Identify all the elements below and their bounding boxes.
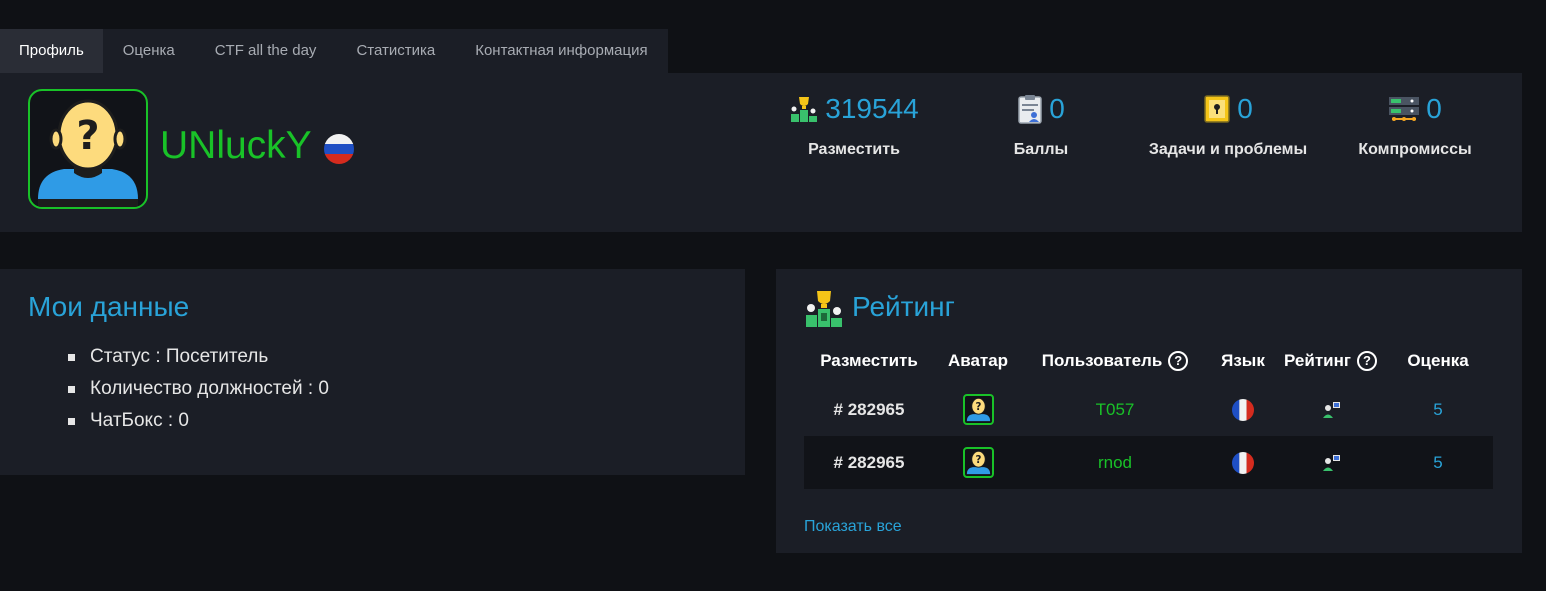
stat-tasks: 0 Задачи и проблемы (1138, 91, 1318, 161)
podium-trophy-icon (791, 97, 818, 122)
row-user: T057 (1022, 400, 1208, 420)
profile-header-panel: ? UNluckY 319544 Разместить 0 Баллы 0 За… (0, 73, 1522, 232)
my-data-chatbox: ЧатБокс : 0 (90, 410, 189, 431)
stat-tasks-label: Задачи и проблемы (1148, 141, 1308, 158)
col-rating-label: Рейтинг (1284, 351, 1351, 370)
row-rank: # 282965 (833, 452, 905, 472)
tab-statistics[interactable]: Статистика (336, 29, 455, 73)
rating-title: Рейтинг (852, 291, 955, 322)
stat-place: 319544 Разместить (764, 91, 944, 161)
my-data-status: Статус : Посетитель (90, 346, 269, 367)
rating-table: Разместить Аватар Пользователь ? Язык Ре… (804, 339, 1493, 489)
unknown-user-icon[interactable]: ? (962, 447, 994, 478)
row-score: 5 (1433, 452, 1443, 472)
shield-lock-icon (1204, 95, 1230, 123)
svg-text:?: ? (975, 401, 981, 413)
col-place: Разместить (820, 351, 918, 370)
col-user: Пользователь ? (1022, 351, 1208, 371)
unknown-user-icon[interactable]: ? (962, 394, 994, 425)
stat-points: 0 Баллы (951, 91, 1131, 161)
tab-ctf-all-the-day[interactable]: CTF all the day (195, 29, 337, 73)
france-flag-icon (1232, 398, 1254, 421)
bullet-icon (68, 385, 75, 393)
list-item: Статус : Посетитель (68, 341, 329, 373)
row-avatar: ? (934, 447, 1022, 478)
stat-compromises: 0 Компромиссы (1325, 91, 1505, 161)
table-row: # 282965 ? T057 5 (804, 383, 1493, 436)
rank-badge-icon (1322, 401, 1340, 418)
row-rating (1278, 400, 1383, 420)
my-data-panel: Мои данные Статус : Посетитель Количеств… (0, 269, 745, 475)
bullet-icon (68, 353, 75, 361)
row-avatar: ? (934, 394, 1022, 425)
russia-flag-icon (324, 134, 354, 164)
stat-place-value: 319544 (825, 93, 919, 124)
help-icon[interactable]: ? (1356, 351, 1377, 371)
col-language: Язык (1221, 351, 1265, 370)
svg-text:?: ? (76, 113, 99, 159)
stat-tasks-value: 0 (1237, 93, 1253, 124)
tab-profile[interactable]: Профиль (0, 29, 103, 73)
list-item: ЧатБокс : 0 (68, 405, 329, 437)
help-icon[interactable]: ? (1168, 351, 1189, 371)
rank-badge-icon (1322, 454, 1340, 471)
user-link[interactable]: T057 (1096, 400, 1135, 420)
table-row: # 282965 ? rnod 5 (804, 436, 1493, 489)
my-data-title: Мои данные (28, 291, 190, 322)
user-link[interactable]: rnod (1098, 453, 1132, 473)
stat-compromises-value: 0 (1426, 93, 1442, 124)
stat-points-label: Баллы (1013, 141, 1069, 158)
col-avatar: Аватар (947, 351, 1009, 370)
stat-points-value: 0 (1049, 93, 1065, 124)
row-language (1208, 398, 1278, 421)
row-rank: # 282965 (833, 399, 905, 419)
col-score: Оценка (1407, 351, 1469, 370)
profile-username: UNluckY (160, 124, 312, 167)
col-user-label: Пользователь (1041, 351, 1163, 370)
rating-panel: Рейтинг Разместить Аватар Пользователь ?… (776, 269, 1522, 553)
list-item: Количество должностей : 0 (68, 373, 329, 405)
my-data-list: Статус : Посетитель Количество должносте… (68, 341, 329, 437)
unknown-user-icon: ? (38, 99, 138, 207)
row-language (1208, 451, 1278, 474)
profile-tabs: Профиль Оценка CTF all the day Статистик… (0, 29, 668, 73)
clipboard-user-icon (1018, 95, 1042, 124)
tab-score[interactable]: Оценка (103, 29, 195, 73)
stat-compromises-label: Компромиссы (1358, 141, 1472, 158)
server-network-icon (1389, 97, 1420, 121)
row-user: rnod (1022, 453, 1208, 473)
france-flag-icon (1232, 451, 1254, 474)
show-all-link[interactable]: Показать все (804, 518, 902, 536)
my-data-posts-count: Количество должностей : 0 (90, 378, 329, 399)
row-rating (1278, 453, 1383, 473)
svg-text:?: ? (975, 454, 981, 466)
rating-table-header: Разместить Аватар Пользователь ? Язык Ре… (804, 339, 1493, 383)
profile-avatar: ? (28, 89, 148, 209)
bullet-icon (68, 417, 75, 425)
stat-place-label: Разместить (808, 141, 900, 158)
col-rating: Рейтинг ? (1278, 351, 1383, 371)
podium-trophy-icon (806, 291, 842, 327)
row-score: 5 (1433, 399, 1443, 419)
tab-contact-info[interactable]: Контактная информация (455, 29, 667, 73)
